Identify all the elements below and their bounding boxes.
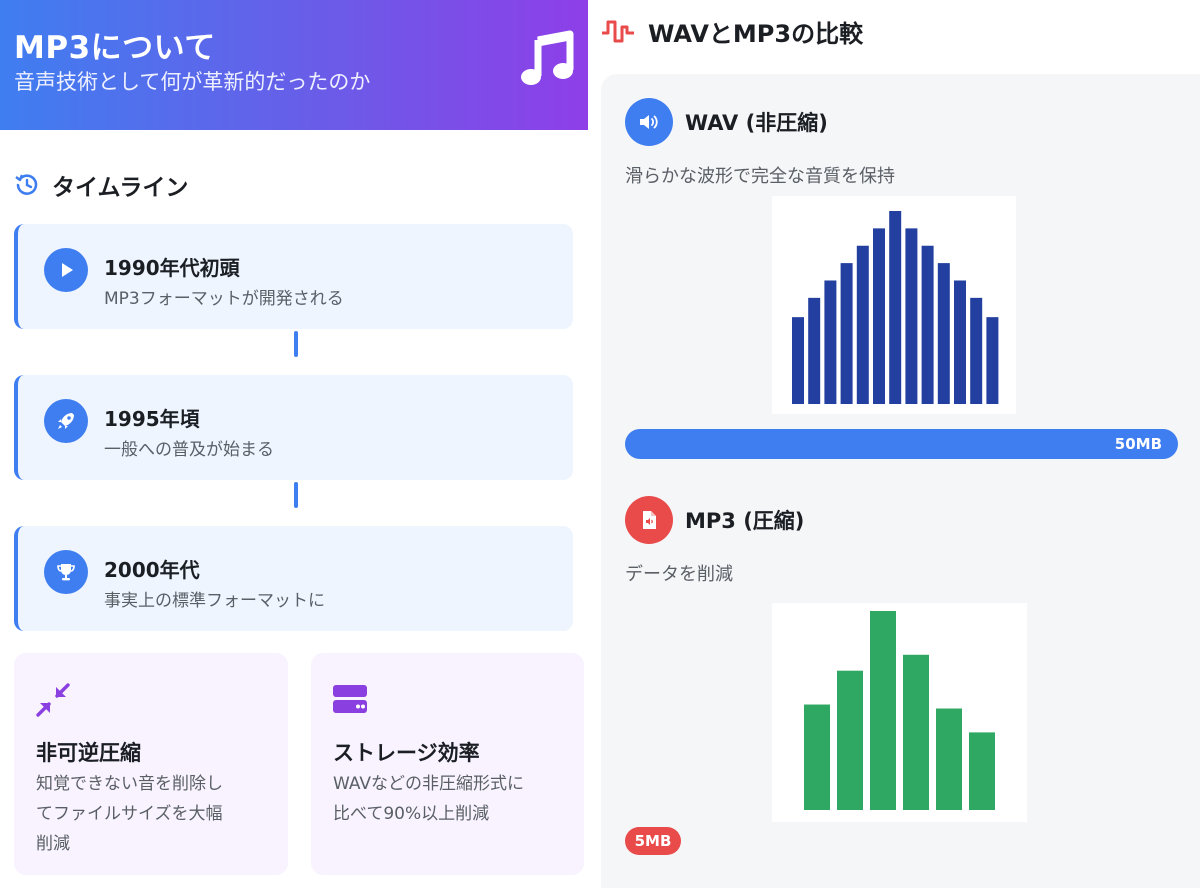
timeline-item-title: 1995年頃: [104, 407, 200, 431]
waveform-bar: [936, 708, 962, 810]
mp3-badge: [625, 496, 673, 544]
wav-size-label: 50MB: [1114, 435, 1162, 453]
waveform-bar: [903, 654, 929, 810]
timeline-item: 1995年頃 一般への普及が始まる: [14, 375, 573, 480]
mp3-label: MP3 (圧縮): [685, 509, 805, 533]
feature-desc: WAVなどの非圧縮形式に 比べて90%以上削減: [333, 769, 524, 829]
mp3-desc: データを削減: [625, 564, 733, 585]
timeline-item-desc: 一般への普及が始まる: [104, 440, 274, 460]
wav-waveform-chart: [772, 196, 1016, 414]
waveform-bar: [937, 263, 950, 404]
waveform-bar: [873, 228, 885, 404]
left-column: MP3について 音声技術として何が革新的だったのか タイムライン 1990年代初…: [0, 0, 588, 888]
wav-label: WAV (非圧縮): [685, 111, 828, 135]
feature-card-storage: ストレージ効率 WAVなどの非圧縮形式に 比べて90%以上削減: [311, 653, 584, 875]
play-icon: [62, 263, 73, 277]
feature-desc-line: WAVなどの非圧縮形式に: [333, 774, 525, 794]
wav-size-track: 50MB: [625, 429, 1178, 459]
waveform-bar: [804, 704, 830, 810]
waveform-bar: [970, 297, 983, 404]
waveform-bar: [808, 297, 821, 404]
waveform-bar: [840, 263, 853, 404]
feature-card-lossy: 非可逆圧縮 知覚できない音を削除し てファイルサイズを大幅 削減: [14, 653, 288, 875]
timeline-item-title: 2000年代: [104, 558, 200, 582]
feature-desc-line: 比べて90%以上削減: [333, 804, 490, 824]
waveform-bar: [856, 245, 869, 404]
compare-heading: WAVとMP3の比較: [600, 14, 863, 49]
feature-title: 非可逆圧縮: [36, 741, 141, 765]
waveform-bar: [837, 670, 863, 810]
timeline-heading-label: タイムライン: [52, 175, 189, 201]
waveform-bar: [905, 228, 918, 404]
waveform-bar: [870, 611, 896, 810]
feature-desc-line: 知覚できない音を削除し: [36, 774, 223, 794]
waveform-bar: [986, 317, 999, 404]
waveform-bar: [954, 280, 966, 404]
waveform-bar: [969, 732, 995, 810]
timeline-badge: [44, 399, 88, 443]
waveform-bar: [921, 245, 934, 404]
wav-desc: 滑らかな波形で完全な音質を保持: [625, 166, 895, 187]
music-note-icon: [521, 30, 574, 85]
timeline-item: 1990年代初頭 MP3フォーマットが開発される: [14, 224, 573, 329]
mp3-waveform-chart: [772, 603, 1027, 822]
waveform-bar: [889, 211, 902, 404]
wav-badge: [625, 98, 673, 146]
mp3-size-track: 5MB: [625, 827, 1178, 855]
timeline-item: 2000年代 事実上の標準フォーマットに: [14, 526, 573, 631]
timeline-badge: [44, 550, 88, 594]
wav-heading: WAV (非圧縮): [625, 98, 828, 146]
hero-banner: MP3について 音声技術として何が革新的だったのか: [0, 0, 588, 130]
timeline-item-desc: 事実上の標準フォーマットに: [104, 591, 325, 611]
timeline-connector: [294, 331, 298, 357]
waveform-bar: [824, 280, 837, 404]
wav-bars: [792, 211, 999, 404]
timeline-connector: [294, 482, 298, 508]
compress-icon: [36, 683, 70, 717]
audio-file-icon: [643, 511, 656, 529]
timeline-item-desc: MP3フォーマットが開発される: [104, 289, 344, 309]
page-subtitle: 音声技術として何が革新的だったのか: [14, 70, 371, 94]
mp3-bars: [804, 611, 995, 810]
history-icon: [15, 174, 38, 195]
waveform-bar: [792, 317, 804, 404]
feature-desc: 知覚できない音を削除し てファイルサイズを大幅 削減: [36, 769, 223, 859]
timeline-item-title: 1990年代初頭: [104, 256, 240, 280]
timeline-badge: [44, 248, 88, 292]
trophy-icon: [57, 564, 75, 581]
feature-desc-line: 削減: [36, 834, 70, 854]
wav-size-bar: 50MB: [625, 429, 1178, 459]
compare-heading-label: WAVとMP3の比較: [648, 20, 864, 48]
waveform-icon: [602, 20, 634, 42]
feature-desc-line: てファイルサイズを大幅: [36, 804, 223, 824]
speaker-icon: [640, 115, 658, 129]
feature-title: ストレージ効率: [333, 741, 480, 765]
mp3-heading: MP3 (圧縮): [625, 496, 804, 544]
page-title: MP3について: [14, 30, 216, 66]
storage-icon: [333, 685, 367, 713]
mp3-size-label: 5MB: [634, 832, 672, 850]
rocket-icon: [58, 413, 74, 429]
timeline-heading: タイムライン: [14, 168, 188, 202]
mp3-size-bar: 5MB: [625, 827, 681, 855]
